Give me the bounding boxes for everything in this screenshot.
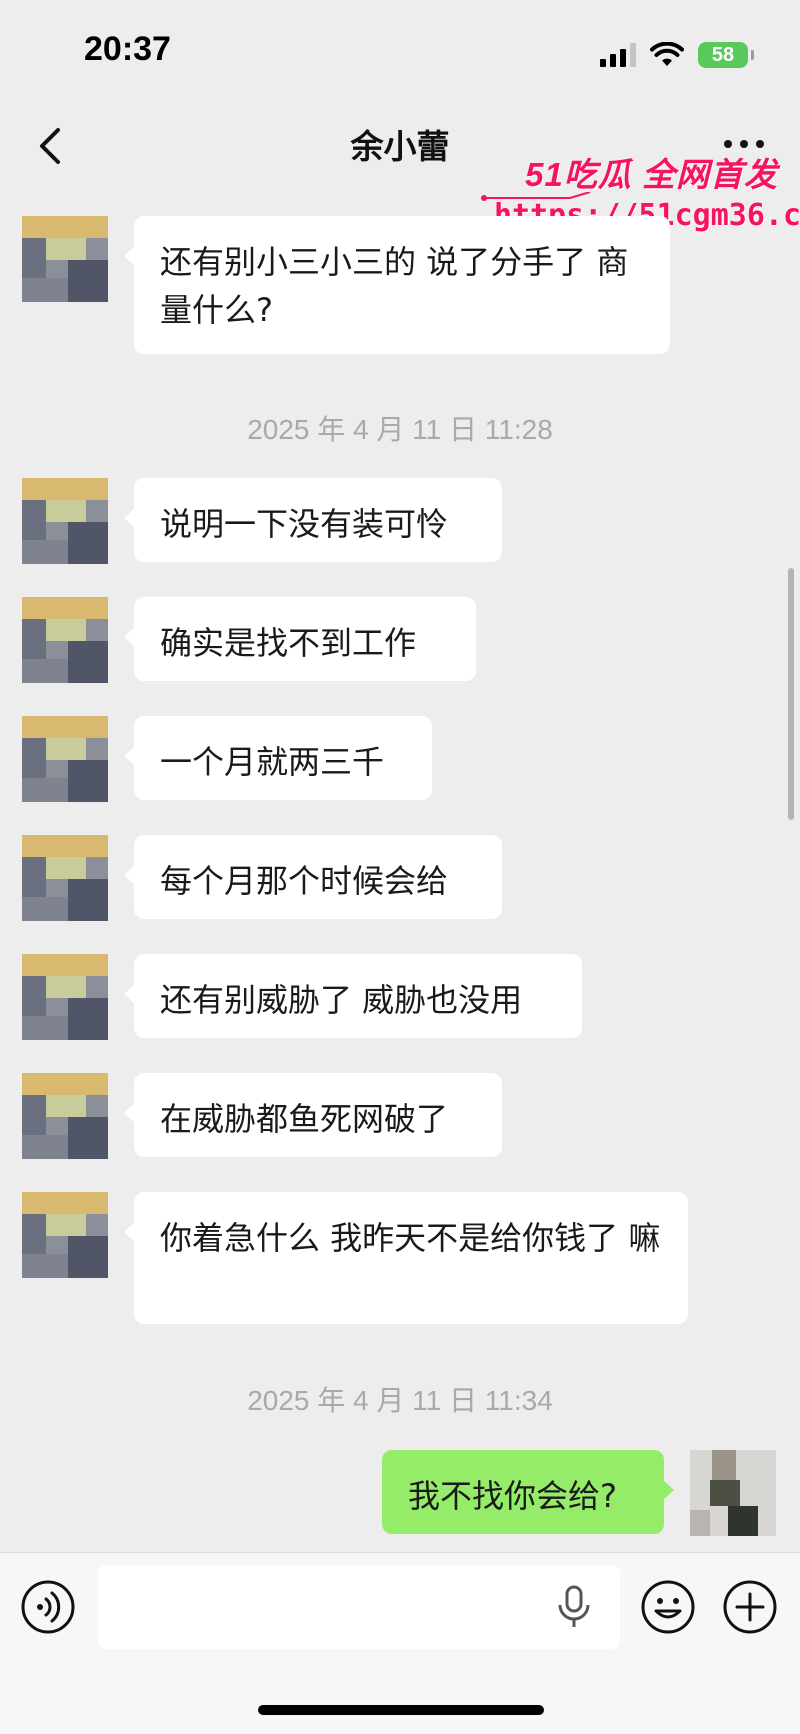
message-text: 在威胁都鱼死网破了 [160,1100,449,1138]
voice-icon [21,1580,75,1634]
message-bubble[interactable]: 你着急什么 我昨天不是给你钱了 嘛 [124,1192,688,1324]
contact-avatar[interactable] [22,216,108,302]
message-row-self: 我不找你会给? [0,1450,800,1538]
my-avatar[interactable] [690,1450,776,1536]
contact-avatar[interactable] [22,1192,108,1278]
home-indicator [258,1705,544,1715]
emoji-icon [641,1580,695,1634]
message-text: 还有别小三小三的 说了分手了 商量什么? [160,243,629,329]
ellipsis-icon [724,140,732,148]
cellular-signal-icon [600,43,636,67]
timestamp: 2025 年 4 月 11 日 11:34 [247,1385,553,1416]
message-bubble[interactable]: 每个月那个时候会给 [124,835,502,919]
message-text: 确实是找不到工作 [160,624,417,662]
message-row: 在威胁都鱼死网破了 [0,1073,800,1161]
message-bubble[interactable]: 在威胁都鱼死网破了 [124,1073,502,1157]
message-bubble[interactable]: 还有别小三小三的 说了分手了 商量什么? [124,216,670,354]
contact-avatar[interactable] [22,1073,108,1159]
emoji-button[interactable] [640,1579,696,1635]
message-row: 你着急什么 我昨天不是给你钱了 嘛 [0,1192,800,1332]
plus-button[interactable] [722,1579,778,1635]
message-bubble-self[interactable]: 我不找你会给? [382,1450,674,1534]
contact-avatar[interactable] [22,478,108,564]
scrollbar[interactable] [788,568,794,820]
plus-icon [723,1580,777,1634]
message-text: 我不找你会给? [408,1477,617,1515]
wifi-icon [650,42,684,68]
message-text: 说明一下没有装可怜 [160,505,449,543]
chat-title: 余小蕾 [350,127,450,166]
timestamp: 2025 年 4 月 11 日 11:28 [247,414,553,445]
microphone-button[interactable] [554,1585,594,1629]
message-bubble[interactable]: 确实是找不到工作 [124,597,476,681]
microphone-icon [558,1585,590,1627]
status-time: 20:37 [84,30,171,68]
status-bar: 20:37 58 [0,0,800,110]
voice-button[interactable] [20,1579,76,1635]
message-bubble[interactable]: 说明一下没有装可怜 [124,478,502,562]
contact-avatar[interactable] [22,954,108,1040]
message-bubble[interactable]: 还有别威胁了 威胁也没用 [124,954,582,1038]
nav-bar: 余小蕾 [0,110,800,185]
contact-avatar[interactable] [22,597,108,683]
input-bar [0,1552,800,1734]
message-text: 一个月就两三千 [160,743,385,781]
message-row: 说明一下没有装可怜 [0,478,800,566]
message-row: 还有别小三小三的 说了分手了 商量什么? [0,216,800,356]
message-row: 一个月就两三千 [0,716,800,804]
message-row: 还有别威胁了 威胁也没用 [0,954,800,1042]
message-bubble[interactable]: 一个月就两三千 [124,716,432,800]
battery-level: 58 [711,43,735,66]
contact-avatar[interactable] [22,716,108,802]
message-input[interactable] [98,1565,620,1649]
message-text: 还有别威胁了 威胁也没用 [160,981,523,1019]
status-icons: 58 [600,38,754,72]
more-button[interactable] [724,140,764,148]
contact-avatar[interactable] [22,835,108,921]
message-row: 确实是找不到工作 [0,597,800,685]
battery-icon: 58 [698,42,754,68]
message-text: 你着急什么 我昨天不是给你钱了 嘛 [160,1219,661,1257]
message-row: 每个月那个时候会给 [0,835,800,923]
message-text: 每个月那个时候会给 [160,862,449,900]
